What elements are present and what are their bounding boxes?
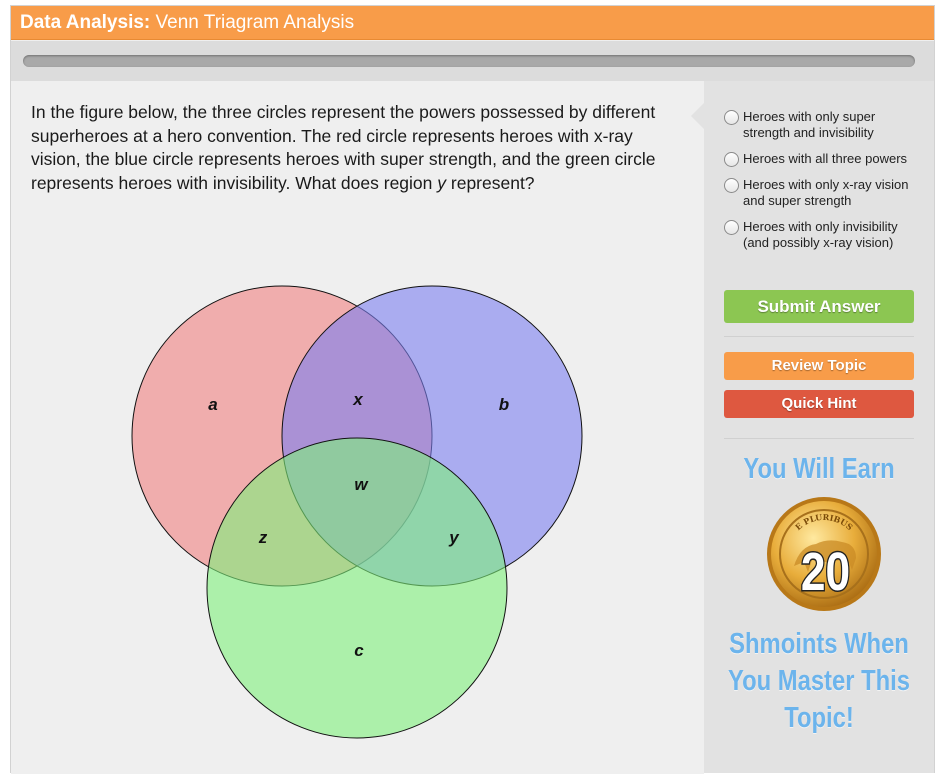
radio-button[interactable] xyxy=(724,178,739,193)
answer-option-2[interactable]: Heroes with all three powers xyxy=(724,151,924,167)
reward-line-2: You Master This xyxy=(728,665,910,697)
answer-option-label: Heroes with only super strength and invi… xyxy=(743,109,876,140)
shmoints-coin-icon: E PLURIBUS 20 xyxy=(767,497,881,611)
reward-amount: 20 xyxy=(801,542,850,602)
region-label-a: a xyxy=(208,395,217,414)
topic-label: Data Analysis: xyxy=(20,12,151,33)
page-header: Data Analysis: Venn Triagram Analysis xyxy=(11,6,934,40)
question-panel: In the figure below, the three circles r… xyxy=(11,81,704,774)
divider xyxy=(724,336,914,337)
sidebar-pointer xyxy=(691,103,704,129)
venn-diagram: a x b w z y c xyxy=(131,285,583,739)
reward-line-1: Shmoints When xyxy=(729,628,909,660)
answer-options: Heroes with only super strength and invi… xyxy=(724,109,924,261)
progress-area xyxy=(11,41,934,81)
region-label-w: w xyxy=(354,475,369,494)
question-text-before: In the figure below, the three circles r… xyxy=(31,102,656,193)
reward-line-3: Topic! xyxy=(784,702,854,734)
submit-answer-button[interactable]: Submit Answer xyxy=(724,290,914,323)
radio-button[interactable] xyxy=(724,110,739,125)
answer-sidebar: Heroes with only super strength and invi… xyxy=(691,81,934,773)
answer-option-label: Heroes with only x-ray vision and super … xyxy=(743,177,909,208)
progress-bar xyxy=(23,55,915,67)
review-topic-button[interactable]: Review Topic xyxy=(724,352,914,380)
answer-option-label: Heroes with only invisibility (and possi… xyxy=(743,219,898,250)
topic-name: Venn Triagram Analysis xyxy=(155,12,355,33)
quick-hint-button[interactable]: Quick Hint xyxy=(724,390,914,418)
region-label-z: z xyxy=(258,528,268,547)
region-label-b: b xyxy=(499,395,509,414)
reward-caption: Shmoints When You Master This Topic! xyxy=(725,626,914,737)
region-label-y: y xyxy=(448,528,460,547)
answer-option-label: Heroes with all three powers xyxy=(743,151,908,166)
region-label-c: c xyxy=(354,641,364,660)
reward-title: You Will Earn xyxy=(743,453,895,485)
answer-option-1[interactable]: Heroes with only super strength and invi… xyxy=(724,109,924,141)
question-text: In the figure below, the three circles r… xyxy=(31,101,681,195)
answer-option-4[interactable]: Heroes with only invisibility (and possi… xyxy=(724,219,924,251)
radio-button[interactable] xyxy=(724,152,739,167)
question-variable: y xyxy=(437,172,447,193)
radio-button[interactable] xyxy=(724,220,739,235)
lesson-frame: Data Analysis: Venn Triagram Analysis In… xyxy=(10,5,935,774)
question-text-after: represent? xyxy=(446,172,535,193)
divider xyxy=(724,438,914,439)
answer-option-3[interactable]: Heroes with only x-ray vision and super … xyxy=(724,177,924,209)
region-label-x: x xyxy=(352,390,364,409)
